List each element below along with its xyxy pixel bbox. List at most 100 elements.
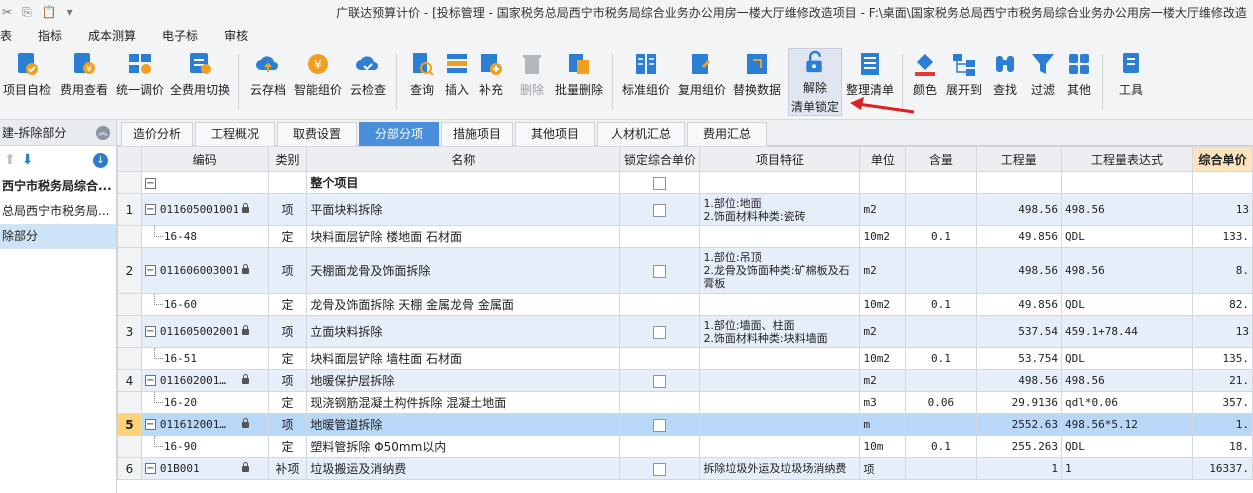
item-qty-expr[interactable]: 1 — [1060, 457, 1194, 480]
item-type[interactable]: 定 — [267, 347, 308, 370]
item-unit[interactable]: 项 — [859, 457, 907, 480]
col-content[interactable]: 含量 — [905, 146, 977, 172]
item-qty-expr[interactable]: QDL — [1060, 347, 1194, 370]
item-type[interactable]: 项 — [267, 247, 308, 294]
item-type[interactable]: 定 — [267, 293, 308, 316]
item-feature[interactable]: 1.部位:地面 2.饰面材料种类:瓷砖 — [699, 193, 861, 226]
unlock-list-button[interactable]: 解除 清单锁定 — [788, 48, 842, 116]
lock-checkbox[interactable] — [653, 374, 667, 388]
quota-row[interactable]: 16-60 定龙骨及饰面拆除 天棚 金属龙骨 金属面 10m2 0.1 49.856 QD… — [117, 293, 1253, 316]
bill-item-row[interactable]: 1−011605001001 项平面块料拆除 1.部位:地面 2.饰面材料种类:瓷砖 m… — [117, 193, 1253, 226]
item-qty[interactable]: 29.9136 — [975, 391, 1062, 414]
quota-row[interactable]: 16-20 定现浇钢筋混凝土构件拆除 混凝土地面 m3 0.06 29.9136 qdl*… — [117, 391, 1253, 414]
item-content[interactable] — [905, 413, 977, 436]
item-type[interactable]: 定 — [267, 225, 308, 248]
item-type[interactable]: 定 — [267, 391, 308, 414]
tools-button[interactable]: 工具 — [1112, 50, 1150, 114]
tab-project-overview[interactable]: 工程概况 — [195, 122, 275, 146]
item-name[interactable]: 立面块料拆除 — [306, 315, 621, 348]
collapse-toggle[interactable]: − — [144, 204, 156, 215]
batch-delete-button[interactable]: 批量删除 — [552, 50, 606, 114]
copy-icon[interactable]: ⎘ — [22, 5, 32, 20]
supplement-button[interactable]: 补充 — [476, 50, 506, 114]
col-qty[interactable]: 工程量 — [975, 146, 1062, 172]
item-content[interactable]: 0.1 — [905, 225, 977, 248]
item-qty-expr[interactable]: QDL — [1060, 225, 1194, 248]
bill-item-row[interactable]: 4−011602001… 项地暖保护层拆除 m2 498.56 498.56 21. — [117, 369, 1253, 392]
menu-review[interactable]: 审核 — [211, 27, 261, 44]
item-name[interactable]: 块料面层铲除 楼地面 石材面 — [306, 225, 621, 248]
arrow-down-icon[interactable]: ⬇ — [22, 152, 34, 168]
tab-measures[interactable]: 措施项目 — [441, 122, 513, 146]
item-qty[interactable]: 2552.63 — [975, 413, 1062, 436]
item-feature[interactable] — [699, 435, 861, 458]
item-qty[interactable]: 49.856 — [975, 225, 1062, 248]
item-name[interactable]: 垃圾搬运及消纳费 — [306, 457, 621, 480]
quota-code[interactable]: 16-90 — [140, 435, 269, 458]
collapse-toggle[interactable]: − — [144, 419, 156, 430]
item-qty-expr[interactable]: qdl*0.06 — [1060, 391, 1194, 414]
item-unit[interactable]: 10m — [859, 435, 907, 458]
item-code[interactable]: 01B001 — [160, 463, 238, 475]
item-name[interactable]: 塑料管拆除 Φ50mm以内 — [306, 435, 621, 458]
paste-icon[interactable]: 📋 — [42, 5, 57, 20]
item-code[interactable]: 011605002001 — [160, 326, 238, 338]
item-feature[interactable] — [699, 225, 861, 248]
item-qty[interactable]: 537.54 — [975, 315, 1062, 348]
col-qty-expr[interactable]: 工程量表达式 — [1060, 146, 1194, 172]
quota-code[interactable]: 16-60 — [140, 293, 269, 316]
item-feature[interactable] — [699, 293, 861, 316]
query-button[interactable]: 查询 — [404, 50, 440, 114]
expand-to-button[interactable]: 展开到 — [944, 50, 984, 114]
cloud-archive-button[interactable]: 云存档 — [246, 50, 290, 114]
lock-checkbox[interactable] — [653, 325, 667, 339]
menu-index[interactable]: 指标 — [25, 27, 75, 44]
find-button[interactable]: 查找 — [988, 50, 1022, 114]
item-qty-expr[interactable]: 498.56 — [1060, 369, 1194, 392]
item-unit[interactable]: 10m2 — [859, 293, 907, 316]
item-code[interactable]: 011602001… — [160, 375, 238, 387]
item-content[interactable] — [905, 193, 977, 226]
download-circle-icon[interactable]: ↓ — [93, 152, 108, 168]
insert-button[interactable]: 插入 — [442, 50, 472, 114]
item-code[interactable]: 011605001001 — [160, 204, 238, 216]
col-lock-price[interactable]: 锁定综合单价 — [619, 146, 701, 172]
item-feature[interactable] — [699, 369, 861, 392]
col-name[interactable]: 名称 — [306, 146, 621, 172]
arrow-up-icon[interactable]: ⬆ — [4, 152, 16, 168]
bill-item-row[interactable]: 3−011605002001 项立面块料拆除 1.部位:墙面、柱面 2.饰面材料种类:… — [117, 315, 1253, 348]
item-unit[interactable]: 10m2 — [859, 225, 907, 248]
item-unit[interactable]: 10m2 — [859, 347, 907, 370]
col-unit[interactable]: 单位 — [859, 146, 907, 172]
quota-row[interactable]: 16-48 定块料面层铲除 楼地面 石材面 10m2 0.1 49.856 QDL 133. — [117, 225, 1253, 248]
item-content[interactable]: 0.1 — [905, 435, 977, 458]
menu-cost-calc[interactable]: 成本测算 — [75, 27, 149, 44]
filter-button[interactable]: 过滤 — [1026, 50, 1060, 114]
dropdown-icon[interactable]: ▾ — [67, 5, 73, 20]
item-feature[interactable]: 1.部位:墙面、柱面 2.饰面材料种类:块料墙面 — [699, 315, 861, 348]
lock-checkbox[interactable] — [653, 418, 667, 432]
collapse-toggle[interactable]: − — [144, 463, 156, 474]
cut-icon[interactable]: ✂ — [2, 5, 12, 20]
item-content[interactable] — [905, 457, 977, 480]
item-content[interactable]: 0.1 — [905, 347, 977, 370]
tree-node-demolition[interactable]: 除部分 — [0, 224, 116, 249]
tab-sub-items[interactable]: 分部分项 — [359, 122, 439, 146]
collapse-toggle[interactable]: − — [144, 177, 156, 189]
delete-button[interactable]: 删除 — [514, 50, 550, 114]
replace-data-button[interactable]: 替换数据 — [730, 50, 784, 114]
menu-report[interactable]: 表 — [0, 27, 25, 44]
lock-checkbox[interactable] — [653, 462, 667, 476]
tree-node-project[interactable]: 西宁市税务局综合... — [0, 174, 116, 199]
item-feature[interactable]: 拆除垃圾外运及垃圾场消纳费 — [699, 457, 861, 480]
item-feature[interactable] — [699, 347, 861, 370]
item-unit[interactable]: m2 — [859, 369, 907, 392]
smart-price-button[interactable]: ¥ 智能组价 — [292, 50, 344, 114]
quota-row[interactable]: 16-51 定块料面层铲除 墙柱面 石材面 10m2 0.1 53.754 QDL 135. — [117, 347, 1253, 370]
item-name[interactable]: 现浇钢筋混凝土构件拆除 混凝土地面 — [306, 391, 621, 414]
item-qty-expr[interactable]: 498.56*5.12 — [1060, 413, 1194, 436]
item-code[interactable]: 011606003001 — [160, 265, 238, 277]
item-type[interactable]: 定 — [267, 435, 308, 458]
item-unit[interactable]: m2 — [859, 315, 907, 348]
item-type[interactable]: 项 — [267, 193, 308, 226]
